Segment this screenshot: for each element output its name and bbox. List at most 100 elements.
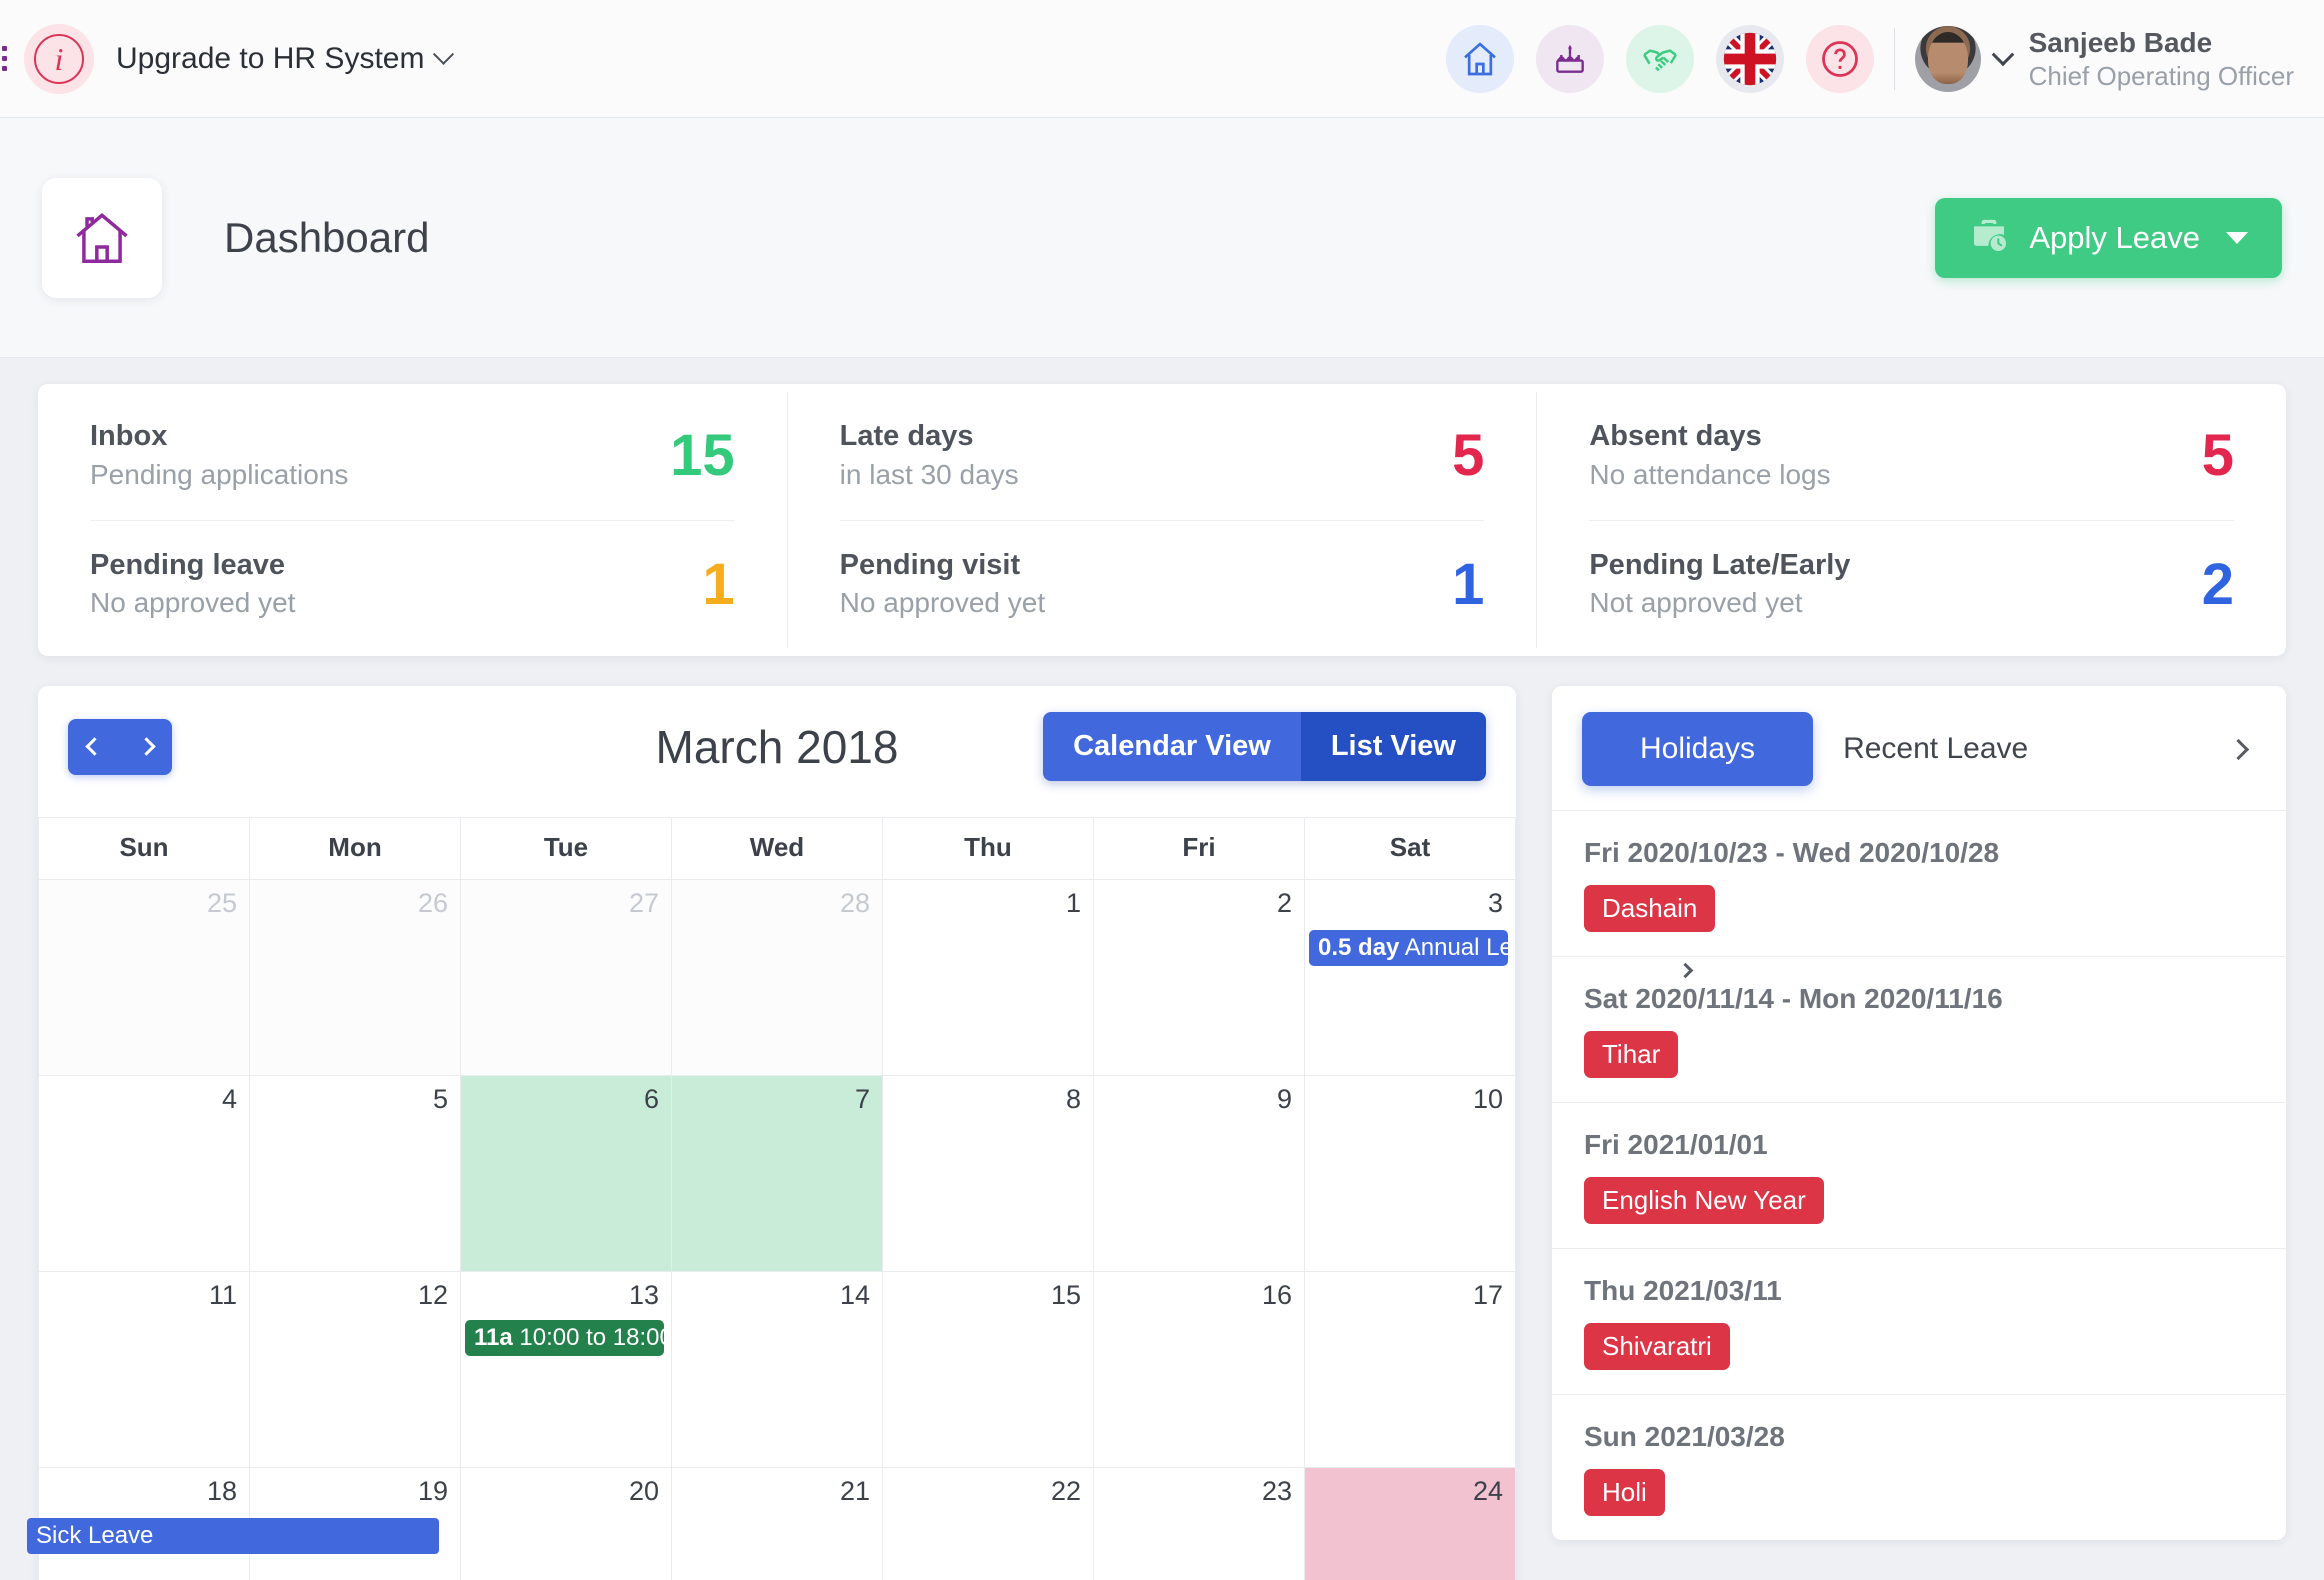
house-icon <box>42 177 162 298</box>
calendar-day-cell[interactable]: 8 <box>883 1076 1094 1272</box>
calendar-day-number: 5 <box>432 1084 448 1114</box>
tab-calendar-view[interactable]: Calendar View <box>1043 712 1301 781</box>
calendar-event[interactable]: 11a 10:00 to 18:00 <box>465 1320 665 1356</box>
apply-leave-button[interactable]: Apply Leave <box>1935 197 2282 278</box>
user-name: Sanjeeb Bade <box>2028 26 2213 58</box>
stat-value: 5 <box>2201 423 2235 488</box>
dow-sun: Sun <box>38 818 250 880</box>
calendar-day-number: 23 <box>1261 1476 1292 1506</box>
holiday-list-item[interactable]: Fri 2020/10/23 - Wed 2020/10/28 Dashain <box>1552 811 2286 957</box>
stat-late-days[interactable]: Late days in last 30 days 5 <box>840 392 1485 520</box>
chevron-right-icon <box>136 737 156 756</box>
calendar-day-cell[interactable]: 10 <box>1305 1076 1516 1272</box>
top-icon-group <box>1445 24 1874 93</box>
calendar-day-number: 18 <box>206 1476 237 1506</box>
calendar-day-cell[interactable]: 28 <box>672 880 883 1076</box>
calendar-prev-button[interactable] <box>68 719 120 775</box>
calendar-day-number: 11 <box>208 1280 237 1310</box>
calendar-day-cell[interactable]: 11 <box>38 1272 250 1468</box>
dow-tue: Tue <box>461 818 672 880</box>
calendar-day-cell[interactable]: 3 0.5 day Annual Le <box>1305 880 1516 1076</box>
apply-leave-label: Apply Leave <box>2029 219 2200 255</box>
calendar-day-cell[interactable]: 7 <box>672 1076 883 1272</box>
stat-value: 15 <box>670 423 735 488</box>
holiday-date: Fri 2020/10/23 - Wed 2020/10/28 <box>1584 837 2000 868</box>
chevron-right-icon[interactable] <box>2227 738 2250 760</box>
stat-pending-leave[interactable]: Pending leave No approved yet 1 <box>90 520 735 648</box>
calendar-day-cell[interactable]: 20 <box>461 1468 672 1580</box>
chevron-left-icon <box>84 737 104 756</box>
side-panel-tabs: Holidays Recent Leave <box>1552 686 2286 811</box>
calendar-day-cell[interactable]: 15 <box>883 1272 1094 1468</box>
stat-pending-late-early[interactable]: Pending Late/Early Not approved yet 2 <box>1589 520 2235 648</box>
tab-list-view[interactable]: List View <box>1300 712 1486 781</box>
calendar-day-cell[interactable]: 23 <box>1094 1468 1305 1580</box>
holiday-list-item[interactable]: Sat 2020/11/14 - Mon 2020/11/16 Tihar <box>1552 957 2286 1103</box>
calendar-dow-row: Sun Mon Tue Wed Thu Fri Sat <box>38 818 1516 880</box>
calendar-day-cell[interactable]: 16 <box>1094 1272 1305 1468</box>
event-label: 10:00 to 18:00 <box>519 1324 665 1351</box>
stat-absent-days[interactable]: Absent days No attendance logs 5 <box>1589 392 2234 520</box>
stat-pending-visit[interactable]: Pending visit No approved yet 1 <box>839 520 1485 648</box>
calendar-day-cell[interactable]: 9 <box>1094 1076 1305 1272</box>
calendar-day-cell[interactable]: 13 11a 10:00 to 18:00 <box>461 1272 672 1468</box>
holiday-list-item[interactable]: Thu 2021/03/11 Shivaratri <box>1552 1249 2286 1395</box>
hamburger-icon[interactable] <box>2 46 16 71</box>
home-icon[interactable] <box>1445 24 1514 93</box>
stat-inbox[interactable]: Inbox Pending applications 15 <box>90 392 735 520</box>
info-icon[interactable]: i <box>24 23 94 94</box>
holiday-list-item[interactable]: Fri 2021/01/01 English New Year <box>1552 1103 2286 1249</box>
calendar-day-cell[interactable]: 5 <box>250 1076 461 1272</box>
calendar-day-number: 16 <box>1261 1280 1292 1310</box>
calendar-day-number: 10 <box>1472 1084 1503 1114</box>
birthday-cake-icon[interactable] <box>1535 24 1604 93</box>
chevron-down-icon[interactable] <box>1991 42 2014 66</box>
calendar-day-cell[interactable]: 27 <box>461 880 672 1076</box>
handshake-icon[interactable] <box>1625 24 1694 93</box>
calendar-day-cell[interactable]: 25 <box>38 880 250 1076</box>
calendar-day-cell[interactable]: 24 <box>1305 1468 1516 1580</box>
calendar-day-number: 15 <box>1050 1280 1081 1310</box>
calendar-event[interactable]: 0.5 day Annual Le <box>1309 930 1509 966</box>
tab-recent-leave[interactable]: Recent Leave <box>1813 712 2058 786</box>
user-info[interactable]: Sanjeeb Bade Chief Operating Officer <box>2029 25 2294 93</box>
calendar-day-cell[interactable]: 18 Sick Leave <box>27 1468 440 1580</box>
help-question-icon[interactable] <box>1805 24 1874 93</box>
avatar[interactable] <box>1914 25 1981 92</box>
event-label: Annual Le <box>1404 934 1509 961</box>
calendar-day-cell[interactable]: 6 <box>461 1076 672 1272</box>
calendar-day-cell[interactable]: 4 <box>38 1076 250 1272</box>
calendar-day-cell[interactable]: 12 <box>250 1272 461 1468</box>
calendar-next-button[interactable] <box>120 719 172 775</box>
calendar-day-number: 9 <box>1276 1084 1292 1114</box>
calendar-day-cell[interactable]: 22 <box>883 1468 1094 1580</box>
holiday-date: Sat 2020/11/14 - Mon 2020/11/16 <box>1584 983 2003 1014</box>
holiday-tag: Dashain <box>1584 885 1716 932</box>
stat-label: Pending Late/Early <box>1589 548 1851 581</box>
calendar-day-cell[interactable]: 21 <box>672 1468 883 1580</box>
page-header: Dashboard Apply Leave <box>0 118 2324 358</box>
calendar-day-cell[interactable]: 17 <box>1305 1272 1516 1468</box>
calendar-header: March 2018 Calendar View List View <box>38 686 1516 787</box>
calendar-day-cell[interactable]: 26 <box>250 880 461 1076</box>
calendar-day-number: 4 <box>221 1084 237 1114</box>
tab-holidays[interactable]: Holidays <box>1582 712 1814 786</box>
main-content: March 2018 Calendar View List View Sun M… <box>0 656 2324 1580</box>
holiday-list-item[interactable]: Sun 2021/03/28 Holi <box>1552 1395 2286 1540</box>
calendar-nav <box>68 718 172 775</box>
calendar-day-cell[interactable]: 14 <box>672 1272 883 1468</box>
calendar-day-number: 25 <box>206 888 237 918</box>
calendar-day-cell[interactable]: 1 <box>883 880 1094 1076</box>
chevron-right-icon[interactable] <box>1677 962 1694 979</box>
calendar-day-cell[interactable]: 2 <box>1094 880 1305 1076</box>
holiday-date: Sun 2021/03/28 <box>1584 1421 1785 1452</box>
calendar-view-toggle: Calendar View List View <box>1043 712 1486 781</box>
calendar-day-cell[interactable]: 19 <box>250 1468 461 1580</box>
page-title: Dashboard <box>224 213 430 261</box>
stat-value: 5 <box>1452 423 1485 488</box>
holiday-date: Thu 2021/03/11 <box>1584 1275 1782 1306</box>
uk-flag-icon[interactable] <box>1715 24 1784 93</box>
holiday-tag: Holi <box>1584 1469 1665 1516</box>
upgrade-hr-system-menu[interactable]: Upgrade to HR System <box>116 42 455 76</box>
calendar-week-row: 4 5 6 7 8 9 10 <box>38 1076 1516 1272</box>
